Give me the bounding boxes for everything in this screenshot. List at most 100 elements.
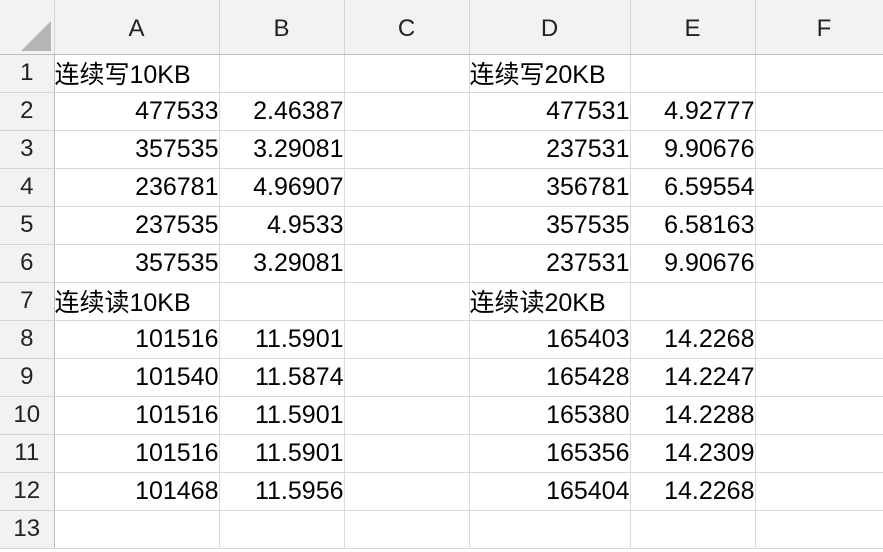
- cell-f4[interactable]: [755, 168, 883, 207]
- cell-a9[interactable]: 101540: [54, 358, 220, 397]
- cell-f2[interactable]: [755, 92, 883, 131]
- cell-d10[interactable]: 165380: [469, 396, 631, 435]
- cell-a6[interactable]: 357535: [54, 244, 220, 283]
- cell-a1[interactable]: 连续写10KB: [54, 54, 220, 93]
- cell-e7[interactable]: [630, 282, 756, 321]
- row-header-11[interactable]: 11: [0, 434, 55, 473]
- cell-f1[interactable]: [755, 54, 883, 93]
- cell-e6[interactable]: 9.90676: [630, 244, 756, 283]
- row-header-4[interactable]: 4: [0, 168, 55, 207]
- select-all-triangle-icon: [20, 20, 51, 51]
- cell-e11[interactable]: 14.2309: [630, 434, 756, 473]
- cell-a3[interactable]: 357535: [54, 130, 220, 169]
- cell-c5[interactable]: [344, 206, 470, 245]
- cell-b11[interactable]: 11.5901: [219, 434, 345, 473]
- cell-c6[interactable]: [344, 244, 470, 283]
- cell-b1[interactable]: [219, 54, 345, 93]
- cell-f6[interactable]: [755, 244, 883, 283]
- cell-b5[interactable]: 4.9533: [219, 206, 345, 245]
- cell-a11[interactable]: 101516: [54, 434, 220, 473]
- cell-a13[interactable]: [54, 510, 220, 549]
- cell-c3[interactable]: [344, 130, 470, 169]
- cell-c2[interactable]: [344, 92, 470, 131]
- cell-c12[interactable]: [344, 472, 470, 511]
- cell-f9[interactable]: [755, 358, 883, 397]
- cell-e13[interactable]: [630, 510, 756, 549]
- column-header-d[interactable]: D: [469, 0, 631, 55]
- cell-f3[interactable]: [755, 130, 883, 169]
- cell-c9[interactable]: [344, 358, 470, 397]
- cell-a2[interactable]: 477533: [54, 92, 220, 131]
- cell-b3[interactable]: 3.29081: [219, 130, 345, 169]
- cell-c11[interactable]: [344, 434, 470, 473]
- cell-f5[interactable]: [755, 206, 883, 245]
- cell-d13[interactable]: [469, 510, 631, 549]
- column-header-f[interactable]: F: [755, 0, 883, 55]
- cell-f10[interactable]: [755, 396, 883, 435]
- cell-f11[interactable]: [755, 434, 883, 473]
- column-header-a[interactable]: A: [54, 0, 220, 55]
- row-header-2[interactable]: 2: [0, 92, 55, 131]
- row-header-7[interactable]: 7: [0, 282, 55, 321]
- column-header-b[interactable]: B: [219, 0, 345, 55]
- cell-e9[interactable]: 14.2247: [630, 358, 756, 397]
- cell-d12[interactable]: 165404: [469, 472, 631, 511]
- cell-a12[interactable]: 101468: [54, 472, 220, 511]
- cell-e1[interactable]: [630, 54, 756, 93]
- cell-d8[interactable]: 165403: [469, 320, 631, 359]
- cell-e5[interactable]: 6.58163: [630, 206, 756, 245]
- row-header-5[interactable]: 5: [0, 206, 55, 245]
- row-header-3[interactable]: 3: [0, 130, 55, 169]
- cell-b2[interactable]: 2.46387: [219, 92, 345, 131]
- cell-f8[interactable]: [755, 320, 883, 359]
- cell-e2[interactable]: 4.92777: [630, 92, 756, 131]
- cell-c1[interactable]: [344, 54, 470, 93]
- cell-c4[interactable]: [344, 168, 470, 207]
- cell-b6[interactable]: 3.29081: [219, 244, 345, 283]
- cell-a8[interactable]: 101516: [54, 320, 220, 359]
- cell-b7[interactable]: [219, 282, 345, 321]
- cell-b12[interactable]: 11.5956: [219, 472, 345, 511]
- cell-a7[interactable]: 连续读10KB: [54, 282, 220, 321]
- column-header-e[interactable]: E: [630, 0, 756, 55]
- cell-a5[interactable]: 237535: [54, 206, 220, 245]
- row-header-6[interactable]: 6: [0, 244, 55, 283]
- cell-f12[interactable]: [755, 472, 883, 511]
- cell-c13[interactable]: [344, 510, 470, 549]
- cell-e8[interactable]: 14.2268: [630, 320, 756, 359]
- cell-d3[interactable]: 237531: [469, 130, 631, 169]
- cell-f13[interactable]: [755, 510, 883, 549]
- cell-a10[interactable]: 101516: [54, 396, 220, 435]
- cell-d7[interactable]: 连续读20KB: [469, 282, 631, 321]
- select-all-button[interactable]: [0, 0, 55, 55]
- cell-b4[interactable]: 4.96907: [219, 168, 345, 207]
- cell-b13[interactable]: [219, 510, 345, 549]
- cell-b9[interactable]: 11.5874: [219, 358, 345, 397]
- cell-b10[interactable]: 11.5901: [219, 396, 345, 435]
- cell-d9[interactable]: 165428: [469, 358, 631, 397]
- cell-d1[interactable]: 连续写20KB: [469, 54, 631, 93]
- row-header-10[interactable]: 10: [0, 396, 55, 435]
- cell-c10[interactable]: [344, 396, 470, 435]
- cell-d4[interactable]: 356781: [469, 168, 631, 207]
- cell-d2[interactable]: 477531: [469, 92, 631, 131]
- cell-d5[interactable]: 357535: [469, 206, 631, 245]
- cell-e4[interactable]: 6.59554: [630, 168, 756, 207]
- cell-e12[interactable]: 14.2268: [630, 472, 756, 511]
- cell-c8[interactable]: [344, 320, 470, 359]
- row-header-8[interactable]: 8: [0, 320, 55, 359]
- cell-a4[interactable]: 236781: [54, 168, 220, 207]
- table-row: 10 101516 11.5901 165380 14.2288: [0, 396, 883, 435]
- cell-e3[interactable]: 9.90676: [630, 130, 756, 169]
- row-header-13[interactable]: 13: [0, 510, 55, 549]
- cell-f7[interactable]: [755, 282, 883, 321]
- row-header-12[interactable]: 12: [0, 472, 55, 511]
- cell-e10[interactable]: 14.2288: [630, 396, 756, 435]
- cell-d6[interactable]: 237531: [469, 244, 631, 283]
- cell-b8[interactable]: 11.5901: [219, 320, 345, 359]
- cell-c7[interactable]: [344, 282, 470, 321]
- column-header-c[interactable]: C: [344, 0, 470, 55]
- row-header-9[interactable]: 9: [0, 358, 55, 397]
- row-header-1[interactable]: 1: [0, 54, 55, 93]
- cell-d11[interactable]: 165356: [469, 434, 631, 473]
